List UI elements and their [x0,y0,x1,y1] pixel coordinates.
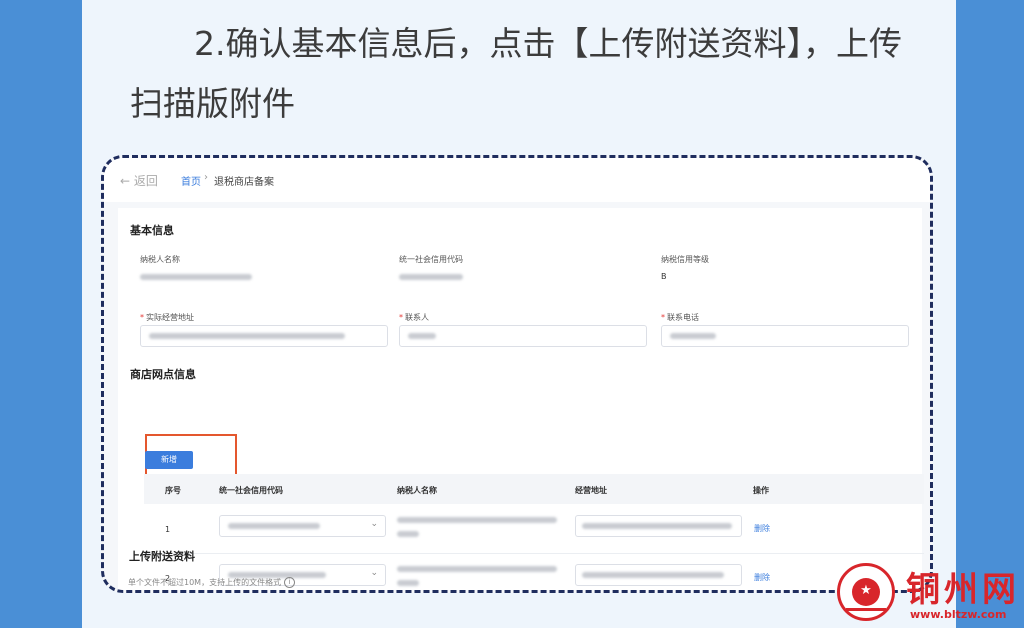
credit-level-value: B [661,272,667,281]
col-address: 经营地址 [575,486,607,495]
logo-url: www.bltzw.com [910,608,1007,621]
delete-link[interactable]: 删除 [754,572,770,583]
table-row: 1 ⌄ 删除 [144,505,924,554]
col-action: 操作 [753,486,769,495]
col-taxpayer-name: 纳税人名称 [397,486,437,495]
delete-link[interactable]: 删除 [754,523,770,534]
taxpayer-name-value [140,274,252,280]
credit-code-value [399,274,463,280]
screenshot-frame: ← 返回 首页 › 退税商店备案 基本信息 纳税人名称 统一社会信用代码 纳税信… [101,155,933,593]
taxpayer-name-value [397,566,557,572]
taxpayer-name-value-cont [397,580,419,586]
store-info-title: 商店网点信息 [130,368,196,381]
taxpayer-name-value-cont [397,531,419,537]
col-index: 序号 [165,486,181,495]
address-input[interactable] [575,515,742,537]
form-panel: 基本信息 纳税人名称 统一社会信用代码 纳税信用等级 B * 实际经营地址 * 联系… [118,208,924,590]
table-header: 序号 统一社会信用代码 纳税人名称 经营地址 操作 [144,474,924,504]
credit-code-label: 统一社会信用代码 [399,255,463,264]
logo-name: 铜州网 [906,570,1020,610]
contact-label: * 联系人 [399,313,429,322]
col-credit-code: 统一社会信用代码 [219,486,283,495]
contact-field[interactable] [399,325,647,347]
instruction-text: 2.确认基本信息后，点击【上传附送资料】，上传扫描版附件 [130,24,902,123]
info-icon[interactable]: i [284,577,296,588]
breadcrumb-current: 退税商店备案 [214,177,274,188]
site-logo: ★ 铜州网 www.bltzw.com [834,560,1024,628]
address-input[interactable] [575,564,742,586]
chevron-down-icon: ⌄ [370,568,378,578]
breadcrumb-home[interactable]: 首页 [181,173,201,188]
chevron-down-icon: ⌄ [370,519,378,529]
address-field[interactable] [140,325,388,347]
basic-info-title: 基本信息 [130,224,174,237]
phone-label: * 联系电话 [661,313,699,322]
credit-level-label: 纳税信用等级 [661,255,709,264]
back-link[interactable]: ← 返回 [120,172,158,189]
address-label: * 实际经营地址 [140,313,194,322]
top-bar: ← 返回 首页 › 退税商店备案 [104,158,930,202]
credit-code-select[interactable]: ⌄ [219,515,386,537]
phone-field[interactable] [661,325,909,347]
seal-icon: ★ [837,563,895,621]
breadcrumb-separator: › [204,172,208,183]
add-store-button[interactable]: 新增 [145,451,193,469]
upload-title: 上传附送资料 [129,550,195,563]
taxpayer-name-value [397,517,557,523]
taxpayer-name-label: 纳税人名称 [140,255,180,264]
row-index: 1 [165,525,171,534]
upload-hint: 单个文件不超过10M，支持上传的文件格式 i [128,577,296,588]
